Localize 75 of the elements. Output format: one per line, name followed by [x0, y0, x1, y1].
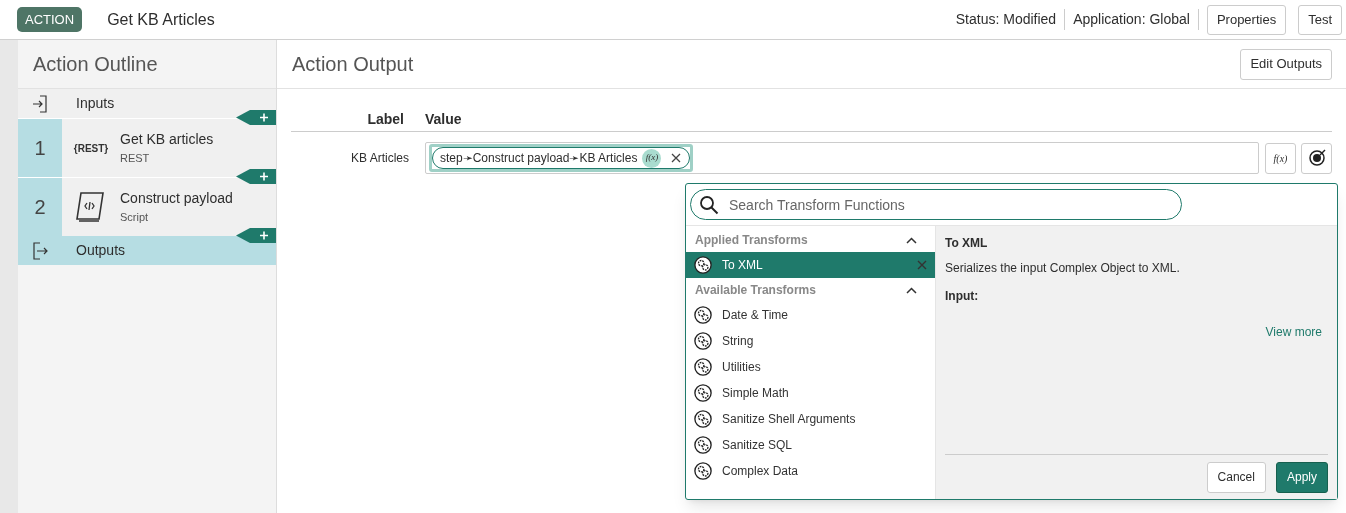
transform-label: Utilities — [722, 359, 762, 376]
add-step-icon[interactable] — [236, 228, 276, 243]
collapse-icon[interactable] — [906, 286, 917, 294]
search-icon — [699, 195, 719, 215]
step-number: 1 — [18, 119, 62, 177]
input-icon — [32, 94, 48, 113]
gear-icon — [694, 256, 712, 274]
status-text: Status: Modified — [955, 9, 1066, 30]
transform-label: Complex Data — [722, 463, 800, 480]
field-label: KB Articles — [349, 150, 410, 167]
gear-icon — [694, 384, 712, 402]
data-pill[interactable]: step➛Construct payload➛KB Articles f(x) — [429, 144, 694, 172]
rest-label: {REST} — [73, 141, 109, 156]
detail-title: To XML — [945, 235, 989, 252]
remove-icon[interactable] — [917, 260, 927, 270]
section-title: Available Transforms — [695, 282, 816, 299]
action-badge: ACTION — [17, 6, 83, 33]
apply-button[interactable]: Apply — [1275, 461, 1328, 493]
view-more-link[interactable]: View more — [1265, 323, 1322, 341]
section-title: Applied Transforms — [695, 232, 808, 249]
cancel-button[interactable]: Cancel — [1206, 461, 1266, 493]
transform-item[interactable]: To XML — [686, 252, 935, 278]
function-button[interactable]: f(x) — [1265, 142, 1296, 174]
header-button[interactable]: Properties — [1206, 4, 1287, 35]
column-header: Label — [366, 110, 405, 129]
transform-label: To XML — [722, 257, 764, 274]
target-icon — [1307, 149, 1326, 167]
pill-picker-button[interactable] — [1301, 142, 1332, 174]
application-text: Application: Global — [1065, 9, 1199, 30]
output-icon — [32, 241, 48, 260]
outline-label: Outputs — [76, 241, 126, 260]
gear-icon — [694, 436, 712, 454]
search-field[interactable]: Search Transform Functions — [690, 189, 1182, 220]
add-step-icon[interactable] — [236, 110, 276, 125]
step-title: Get KB articles — [120, 130, 214, 150]
transform-label: Date & Time — [722, 307, 790, 324]
gear-icon — [694, 306, 712, 324]
transform-item[interactable]: Sanitize SQL — [686, 432, 935, 458]
transform-item[interactable]: Utilities — [686, 354, 935, 380]
transform-label: Simple Math — [722, 385, 790, 402]
transform-item[interactable]: String — [686, 328, 935, 354]
detail-description: Serializes the input Complex Object to XML. — [945, 260, 1181, 277]
transform-item[interactable]: Simple Math — [686, 380, 935, 406]
edit-outputs-button[interactable]: Edit Outputs — [1240, 48, 1332, 80]
step-type: Script — [120, 210, 150, 226]
add-step-icon[interactable] — [236, 169, 276, 184]
action-title: Get KB Articles — [107, 9, 215, 30]
transform-item[interactable]: Date & Time — [686, 302, 935, 328]
transform-label: String — [722, 333, 755, 350]
outputs-item[interactable]: Outputs — [18, 236, 276, 265]
step-title: Construct payload — [120, 189, 233, 209]
input-heading: Input: — [945, 288, 980, 305]
value-field[interactable]: step➛Construct payload➛KB Articles f(x) — [425, 142, 1259, 174]
close-icon[interactable] — [671, 153, 682, 163]
panel-title: Action Output — [292, 52, 414, 77]
gear-icon — [694, 332, 712, 350]
gear-icon — [694, 462, 712, 480]
scroll-icon — [75, 190, 107, 224]
step-type: REST — [120, 151, 151, 167]
outline-step[interactable]: 1 {REST} Get KB articles REST — [18, 118, 276, 177]
step-number: 2 — [18, 178, 62, 236]
collapse-icon[interactable] — [906, 236, 917, 244]
gear-icon — [694, 410, 712, 428]
pill-text: step➛Construct payload➛KB Articles — [440, 150, 638, 167]
transform-item[interactable]: Complex Data — [686, 458, 935, 484]
function-badge: f(x) — [642, 148, 662, 168]
outline-step[interactable]: 2 Construct payload Script — [18, 177, 276, 236]
transform-label: Sanitize Shell Arguments — [722, 411, 857, 428]
transform-label: Sanitize SQL — [722, 437, 794, 454]
inputs-item[interactable]: Inputs — [18, 89, 276, 118]
column-header: Value — [425, 110, 462, 129]
header-button[interactable]: Test — [1298, 4, 1342, 35]
transform-item[interactable]: Sanitize Shell Arguments — [686, 406, 935, 432]
outline-label: Inputs — [76, 94, 115, 113]
gear-icon — [694, 358, 712, 376]
